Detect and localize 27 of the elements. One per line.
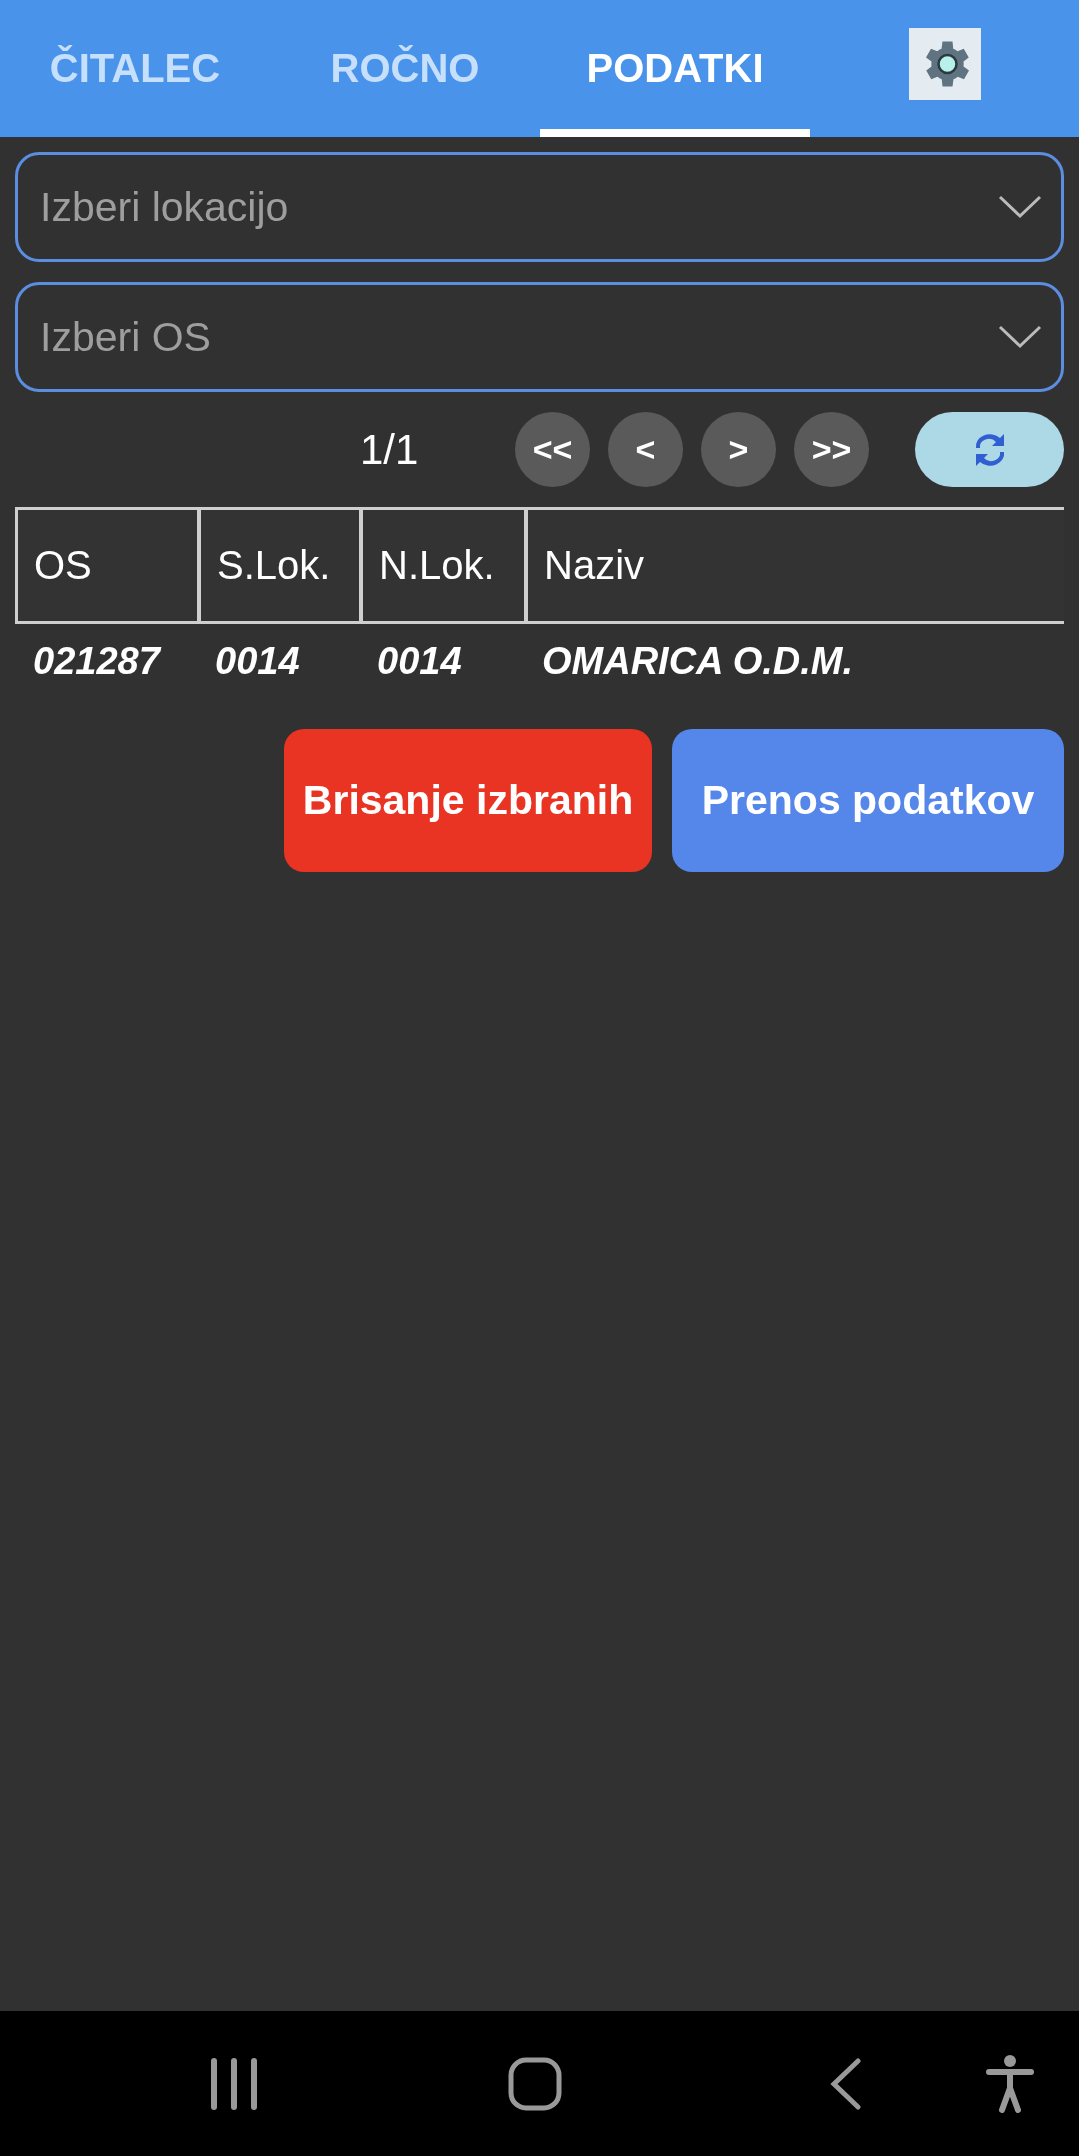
- chevron-down-icon: [998, 194, 1042, 220]
- home-icon: [508, 2056, 562, 2111]
- home-button[interactable]: [508, 2056, 562, 2111]
- table-cell-text: 0014: [376, 640, 463, 683]
- tab[interactable]: ČITALEC: [0, 0, 270, 137]
- back-button[interactable]: [830, 2057, 862, 2110]
- table-cell-text: OMARICA O.D.M.: [541, 640, 854, 683]
- chevron-down-icon: [998, 324, 1042, 350]
- settings-button[interactable]: [909, 28, 981, 100]
- pager-button[interactable]: >: [701, 412, 776, 487]
- recent-apps-icon: [210, 2057, 258, 2110]
- accessibility-icon: [986, 2054, 1034, 2113]
- recent-apps-button[interactable]: [210, 2057, 258, 2110]
- tab[interactable]: ROČNO: [270, 0, 540, 137]
- pager-button[interactable]: <<: [515, 412, 590, 487]
- table-cell-text: 021287: [32, 640, 163, 683]
- tab[interactable]: PODATKI: [540, 0, 810, 137]
- table-cell-text: 0014: [214, 640, 301, 683]
- select-field[interactable]: Izberi lokacijo: [15, 152, 1064, 262]
- delete-button[interactable]: Brisanje izbranih: [284, 729, 652, 872]
- transfer-button[interactable]: Prenos podatkov: [672, 729, 1064, 872]
- back-icon: [830, 2057, 862, 2110]
- page-indicator: 1/1: [360, 425, 420, 474]
- pager-button[interactable]: >>: [794, 412, 869, 487]
- accessibility-button[interactable]: [986, 2054, 1034, 2113]
- select-field[interactable]: Izberi OS: [15, 282, 1064, 392]
- pager-button[interactable]: <: [608, 412, 683, 487]
